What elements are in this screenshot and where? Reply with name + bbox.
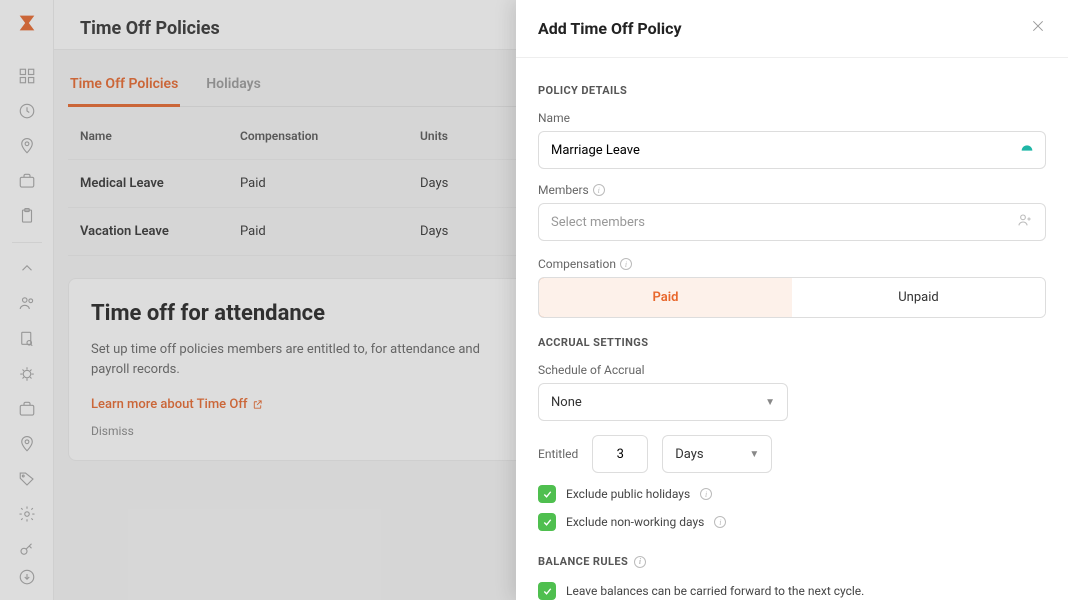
checkbox-checked-icon: [538, 485, 556, 503]
pin-icon[interactable]: [16, 434, 38, 453]
learn-more-link[interactable]: Learn more about Time Off: [91, 397, 263, 412]
col-name: Name: [80, 129, 240, 143]
gear-icon[interactable]: [16, 505, 38, 524]
entitled-label: Entitled: [538, 447, 578, 461]
compensation-toggle: Paid Unpaid: [538, 277, 1046, 318]
section-policy-details: Policy Details: [538, 84, 1046, 97]
location-icon[interactable]: [16, 136, 38, 155]
members-input[interactable]: Select members: [538, 203, 1046, 241]
entitled-unit-select[interactable]: Days ▼: [662, 435, 772, 473]
info-icon[interactable]: i: [634, 556, 646, 568]
chevron-down-icon: ▼: [765, 397, 775, 408]
nav-rail: [0, 0, 54, 600]
compensation-paid[interactable]: Paid: [538, 277, 793, 318]
schedule-label: Schedule of Accrual: [538, 363, 1046, 377]
suitcase-icon[interactable]: [16, 399, 38, 418]
dashboard-icon[interactable]: [16, 66, 38, 85]
people-icon[interactable]: [16, 294, 38, 313]
entitled-input[interactable]: [592, 435, 648, 473]
info-icon[interactable]: i: [593, 184, 605, 196]
compensation-unpaid[interactable]: Unpaid: [792, 278, 1045, 317]
col-compensation: Compensation: [240, 129, 420, 143]
close-icon[interactable]: [1030, 18, 1046, 39]
chevron-down-icon: ▼: [749, 449, 759, 460]
info-icon[interactable]: i: [700, 488, 712, 500]
exclude-nonworking-row[interactable]: Exclude non-working days i: [538, 513, 1046, 531]
download-icon[interactable]: [16, 567, 38, 586]
compensation-label: Compensationi: [538, 257, 1046, 271]
balance-carry-row[interactable]: Leave balances can be carried forward to…: [538, 582, 1046, 600]
card-body: Set up time off policies members are ent…: [91, 340, 511, 379]
name-label: Name: [538, 111, 1046, 125]
briefcase-icon[interactable]: [16, 171, 38, 190]
tab-holidays[interactable]: Holidays: [204, 68, 263, 106]
clock-icon[interactable]: [16, 101, 38, 120]
chevron-up-icon[interactable]: [16, 259, 38, 278]
clipboard-icon[interactable]: [16, 207, 38, 226]
add-member-icon: [1017, 212, 1033, 232]
exclude-holidays-row[interactable]: Exclude public holidays i: [538, 485, 1046, 503]
checkbox-checked-icon: [538, 513, 556, 531]
info-icon[interactable]: i: [620, 258, 632, 270]
app-logo: [16, 12, 38, 40]
key-icon[interactable]: [16, 540, 38, 559]
name-input[interactable]: [551, 132, 1003, 168]
add-policy-drawer: Add Time Off Policy Policy Details Name …: [516, 0, 1068, 600]
name-input-wrapper: [538, 131, 1046, 169]
tab-time-off-policies[interactable]: Time Off Policies: [68, 68, 180, 107]
drawer-title: Add Time Off Policy: [538, 19, 682, 38]
search-doc-icon[interactable]: [16, 329, 38, 348]
checkbox-checked-icon: [538, 582, 556, 600]
bug-icon[interactable]: [16, 364, 38, 383]
info-icon[interactable]: i: [714, 516, 726, 528]
members-placeholder: Select members: [551, 215, 645, 230]
section-balance-rules: Balance Rulesi: [538, 555, 1046, 568]
tag-icon[interactable]: [16, 470, 38, 489]
input-indicator-icon: [1019, 140, 1035, 160]
members-label: Membersi: [538, 183, 1046, 197]
section-accrual-settings: Accrual Settings: [538, 336, 1046, 349]
schedule-select[interactable]: None ▼: [538, 383, 788, 421]
